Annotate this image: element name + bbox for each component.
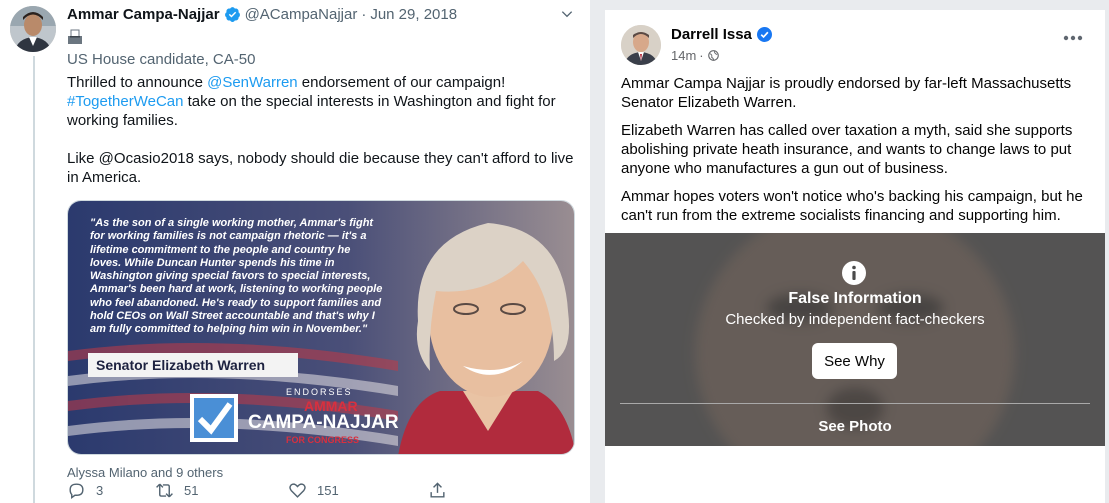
like-count: 151 [317,483,339,498]
fb-post-text: Ammar Campa Najjar is proudly endorsed b… [621,74,1091,234]
facebook-post: Darrell Issa 14m · Ammar Campa Najjar is… [605,10,1105,503]
verified-badge-icon [756,27,772,42]
reply-count: 3 [96,483,104,498]
tweet-card: Ammar Campa-Najjar @ACampaNajjar · Jun 2… [0,0,590,503]
quote-line: for working families is not campaign rhe… [90,230,367,243]
globe-icon [707,50,719,61]
share-icon [430,482,445,498]
tweet-text-segment: Thrilled to announce [67,74,208,91]
retweet-icon [156,483,173,498]
tweet-actions: 3 51 151 [67,481,457,500]
like-button[interactable]: 151 [288,481,428,500]
thread-line [33,56,35,503]
see-photo-button[interactable]: See Photo [605,418,1105,435]
endorses-label: ENDORSES [286,387,353,397]
more-options-icon[interactable] [1063,34,1083,42]
tweet-body: Ammar Campa-Najjar @ACampaNajjar · Jun 2… [67,5,579,481]
false-information-title: False Information [788,290,922,307]
quote-line: loves. While Duncan Hunter spends his ti… [90,256,335,269]
tweet-author-avatar[interactable] [10,6,56,52]
fact-check-subtitle: Checked by independent fact-checkers [725,311,985,328]
fb-paragraph: Ammar Campa Najjar is proudly endorsed b… [621,75,1072,111]
false-information-overlay: False Information Checked by independent… [605,233,1105,446]
mention-link[interactable]: @SenWarren [207,74,298,91]
fb-author-avatar[interactable] [621,25,661,65]
share-button[interactable] [428,481,457,500]
fb-author-name[interactable]: Darrell Issa [671,26,776,43]
retweet-count: 51 [184,483,199,498]
quote-line: lifetime commitment to the people and co… [90,243,351,256]
tweet-text-paragraph: Like @Ocasio2018 says, nobody should die… [67,150,574,186]
fb-paragraph: Ammar hopes voters won't notice who's ba… [621,188,1083,224]
liked-by-text[interactable]: Alyssa Milano and 9 others [67,465,579,481]
quote-line: Washington giving special favors to spec… [90,270,371,283]
hashtag-link[interactable]: #TogetherWeCan [67,93,183,110]
quote-line: who feel abandoned. He's ready to suppor… [90,296,382,309]
fb-meta-separator: · [699,48,704,63]
quote-line: hold CEOs on Wall Street accountable and… [90,310,375,323]
tweet-author-bio: US House candidate, CA-50 [67,51,256,68]
info-icon [842,261,866,285]
fb-post-meta: 14m · [671,48,719,63]
heart-icon [289,483,306,498]
reply-icon [69,483,84,500]
fb-author-name-text: Darrell Issa [671,26,752,43]
quote-line: Ammar's been hard at work, listening to … [90,283,383,296]
endorsement-quote: "As the son of a single working mother, … [90,217,420,337]
tweet-text: Thrilled to announce @SenWarren endorsem… [67,73,579,187]
retweet-button[interactable]: 51 [155,481,288,500]
quote-line: "As the son of a single working mother, … [90,217,374,229]
tweet-separator: · [361,5,367,23]
tweet-image[interactable]: "As the son of a single working mother, … [67,200,575,455]
see-why-button[interactable]: See Why [812,343,897,379]
chevron-down-icon[interactable] [559,6,575,22]
reply-button[interactable]: 3 [67,481,155,500]
tweet-header: Ammar Campa-Najjar @ACampaNajjar · Jun 2… [67,5,579,23]
tweet-text-segment: endorsement of our campaign! [297,74,506,91]
verified-badge-icon [224,6,240,22]
tweet-author-name[interactable]: Ammar Campa-Najjar [67,6,220,23]
fb-paragraph: Elizabeth Warren has called over taxatio… [621,122,1073,177]
logo-last-name: CAMPA-NAJJAR [248,412,399,433]
fb-post-time[interactable]: 14m [671,48,696,63]
logo-subtitle: FOR CONGRESS [286,435,360,445]
endorsement-attribution: Senator Elizabeth Warren [96,357,266,373]
quote-line: am fully committed to helping him win in… [90,323,368,336]
tweet-author-handle[interactable]: @ACampaNajjar [245,6,358,23]
tweet-date[interactable]: Jun 29, 2018 [370,6,457,23]
ballot-box-icon [68,29,82,44]
overlay-divider [620,403,1090,404]
